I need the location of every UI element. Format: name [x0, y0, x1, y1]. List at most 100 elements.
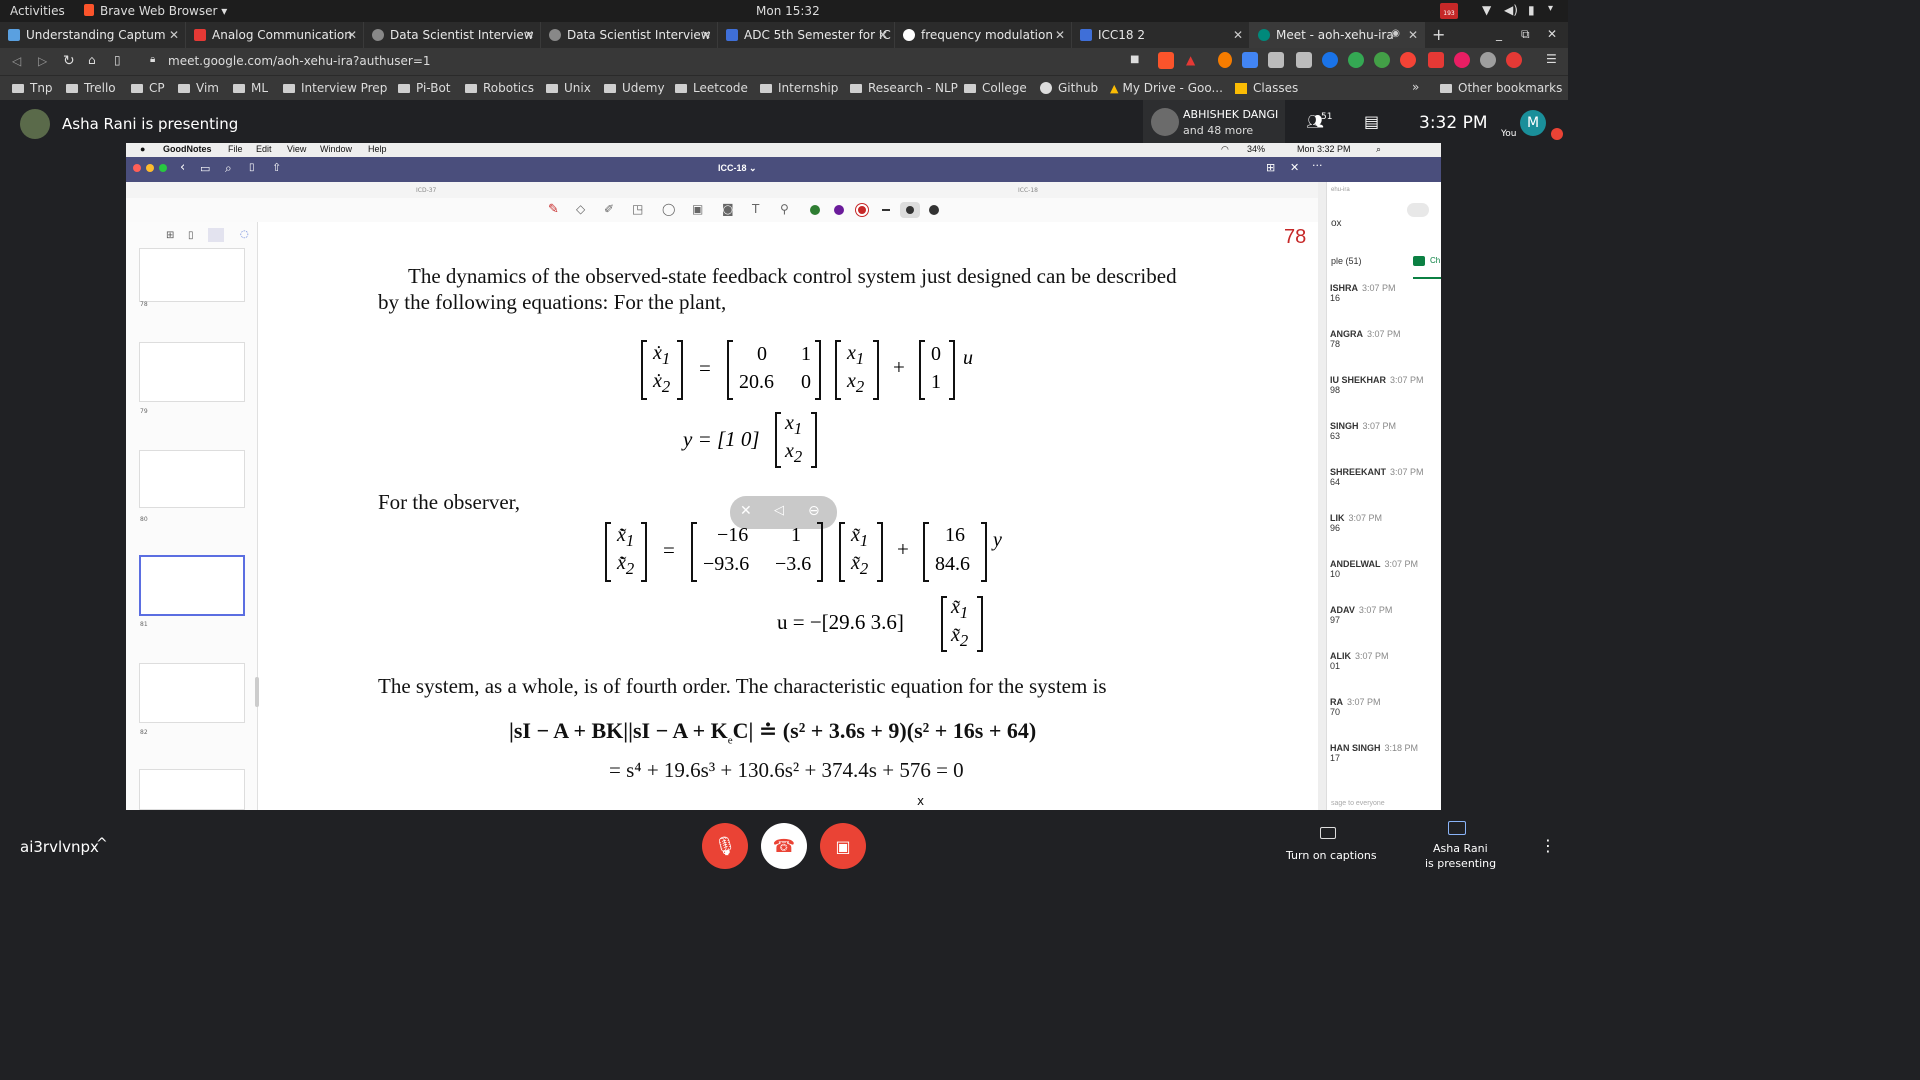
close-icon[interactable]: ✕ [1055, 28, 1065, 42]
browser-menu[interactable]: Brave Web Browser ▾ [100, 4, 227, 18]
close-icon[interactable]: ✕ [524, 28, 534, 42]
bookmark-item[interactable]: CP [131, 81, 165, 95]
extension-icon[interactable] [1218, 52, 1232, 68]
extension-icon[interactable] [1242, 52, 1258, 68]
bookmark-icon[interactable]: ▯ [114, 53, 121, 67]
bookmarks-overflow-button[interactable]: » [1412, 80, 1419, 94]
back-icon[interactable]: ◁ [12, 54, 21, 68]
share-icon[interactable]: ⇧ [272, 161, 281, 174]
document-title[interactable]: ICC-18 ⌄ [718, 163, 757, 174]
thumbnail-page[interactable] [139, 450, 245, 508]
close-icon[interactable]: ✕ [169, 28, 179, 42]
close-icon[interactable]: ✕ [347, 28, 357, 42]
window-minimize-dot[interactable] [146, 164, 154, 172]
people-tab[interactable]: ple (51) [1331, 256, 1362, 266]
eraser-icon[interactable]: ◇ [576, 202, 585, 216]
tab-icc-18[interactable]: ICC-18 [1018, 187, 1038, 194]
notification-badge[interactable]: 193 [1440, 3, 1458, 19]
close-icon[interactable]: ✕ [1233, 28, 1243, 42]
new-tab-button[interactable]: + [1432, 25, 1445, 44]
mac-menu-help[interactable]: Help [368, 144, 387, 154]
camera-icon[interactable]: ◙ [722, 202, 734, 216]
close-icon[interactable]: ✕ [701, 28, 711, 42]
system-clock[interactable]: Mon 15:32 [756, 4, 820, 18]
pin-off-icon[interactable]: ✕ [740, 503, 752, 519]
extension-icon[interactable] [1454, 52, 1470, 68]
camera-indicator-icon[interactable]: ■ [1130, 54, 1139, 65]
profile-icon[interactable] [1506, 52, 1522, 68]
image-icon[interactable]: ▣ [692, 202, 703, 216]
shapes-icon[interactable]: ◳ [632, 202, 643, 216]
more-icon[interactable]: ··· [1312, 159, 1323, 172]
highlighter-icon[interactable]: ✐ [604, 202, 614, 216]
tab-icc18-2[interactable]: ICC18 2 ✕ [1072, 22, 1250, 48]
menu-icon[interactable]: ☰ [1546, 52, 1557, 66]
tab-analog-communication[interactable]: Analog Communication ✕ [186, 22, 364, 48]
bookmark-icon[interactable]: ▯ [249, 162, 255, 173]
bookmark-item[interactable]: Github [1040, 81, 1098, 95]
bookmark-item[interactable]: Tnp [12, 81, 53, 95]
extension-icon[interactable] [1348, 52, 1364, 68]
extension-icon[interactable] [1374, 52, 1390, 68]
self-avatar[interactable]: M [1520, 110, 1546, 136]
mac-menu-window[interactable]: Window [320, 144, 352, 154]
captions-icon[interactable] [1320, 827, 1336, 839]
brave-shields-icon[interactable] [1158, 52, 1174, 69]
bookmark-item[interactable]: Classes [1235, 81, 1298, 95]
chevron-up-icon[interactable]: ^ [96, 836, 108, 852]
tab-data-scientist-1[interactable]: Data Scientist Interview ✕ [364, 22, 541, 48]
laser-icon[interactable]: ⚲ [780, 202, 789, 216]
mac-menu-edit[interactable]: Edit [256, 144, 272, 154]
wifi-icon[interactable]: ▼ [1482, 3, 1491, 17]
bookmark-item[interactable]: Internship [760, 81, 838, 95]
thumbnail-page[interactable] [139, 342, 245, 402]
mac-app-name[interactable]: GoodNotes [163, 144, 212, 154]
bookmark-item[interactable]: Unix [546, 81, 591, 95]
stroke-thin[interactable] [882, 209, 890, 211]
close-icon[interactable]: ✕ [1290, 161, 1299, 174]
home-icon[interactable]: ⌂ [88, 53, 96, 67]
bookmark-item[interactable]: Research - NLP [850, 81, 958, 95]
bookmark-item[interactable]: ▲ My Drive - Goo... [1110, 81, 1223, 95]
bookmark-item[interactable]: Leetcode [675, 81, 748, 95]
meeting-code[interactable]: ai3rvlvnpx [20, 838, 99, 856]
thumbnail-page[interactable] [139, 248, 245, 302]
battery-icon[interactable]: ▮ [1528, 3, 1535, 17]
chat-input[interactable]: sage to everyone [1331, 800, 1385, 807]
extension-icon[interactable] [1296, 52, 1312, 68]
bookmark-item[interactable]: Trello [66, 81, 116, 95]
close-marker[interactable]: x [917, 794, 924, 808]
leave-call-button[interactable]: ☎︎ [761, 823, 807, 869]
camera-toggle-button[interactable]: ▣ [820, 823, 866, 869]
color-red-swatch[interactable] [856, 204, 868, 216]
bookmark-item[interactable]: Interview Prep [283, 81, 387, 95]
thumbnail-page-selected[interactable] [139, 555, 245, 616]
remove-icon[interactable]: ⊖ [808, 503, 820, 519]
window-zoom-dot[interactable] [159, 164, 167, 172]
tab-meet[interactable]: Meet - aoh-xehu-ira ◉ ✕ [1250, 22, 1425, 48]
close-icon[interactable]: ✕ [878, 28, 888, 42]
captions-button[interactable]: Turn on captions [1286, 849, 1377, 862]
extension-icon[interactable] [1480, 52, 1496, 68]
sync-icon[interactable]: ◌ [240, 229, 249, 240]
close-icon[interactable]: ✕ [1408, 28, 1418, 42]
tab-data-scientist-2[interactable]: Data Scientist Interview ✕ [541, 22, 718, 48]
apple-icon[interactable]: ● [140, 144, 145, 154]
url-field[interactable]: meet.google.com/aoh-xehu-ira?authuser=1 [168, 54, 431, 68]
activities-button[interactable]: Activities [10, 4, 65, 18]
present-screen-icon[interactable] [1448, 821, 1466, 835]
participant-tile[interactable]: ABHISHEK DANGI and 48 more [1143, 100, 1285, 145]
other-bookmarks[interactable]: Other bookmarks [1440, 81, 1562, 95]
search-icon[interactable]: ⌕ [225, 161, 232, 176]
wifi-icon[interactable]: ◠ [1221, 144, 1229, 155]
forward-icon[interactable]: ▷ [38, 54, 47, 68]
chat-tab[interactable]: Ch [1430, 256, 1440, 265]
chat-tab-icon[interactable] [1413, 256, 1425, 266]
reload-icon[interactable]: ↻ [63, 53, 75, 69]
bookmark-item[interactable]: ML [233, 81, 268, 95]
bookmarks-view-icon[interactable]: ▯ [188, 230, 194, 241]
bookmark-item[interactable]: Udemy [604, 81, 665, 95]
grid-view-icon[interactable]: ⊞ [166, 230, 174, 241]
toggle-icon[interactable] [1407, 203, 1429, 217]
pen-tool-icon[interactable]: ✎ [548, 202, 559, 217]
